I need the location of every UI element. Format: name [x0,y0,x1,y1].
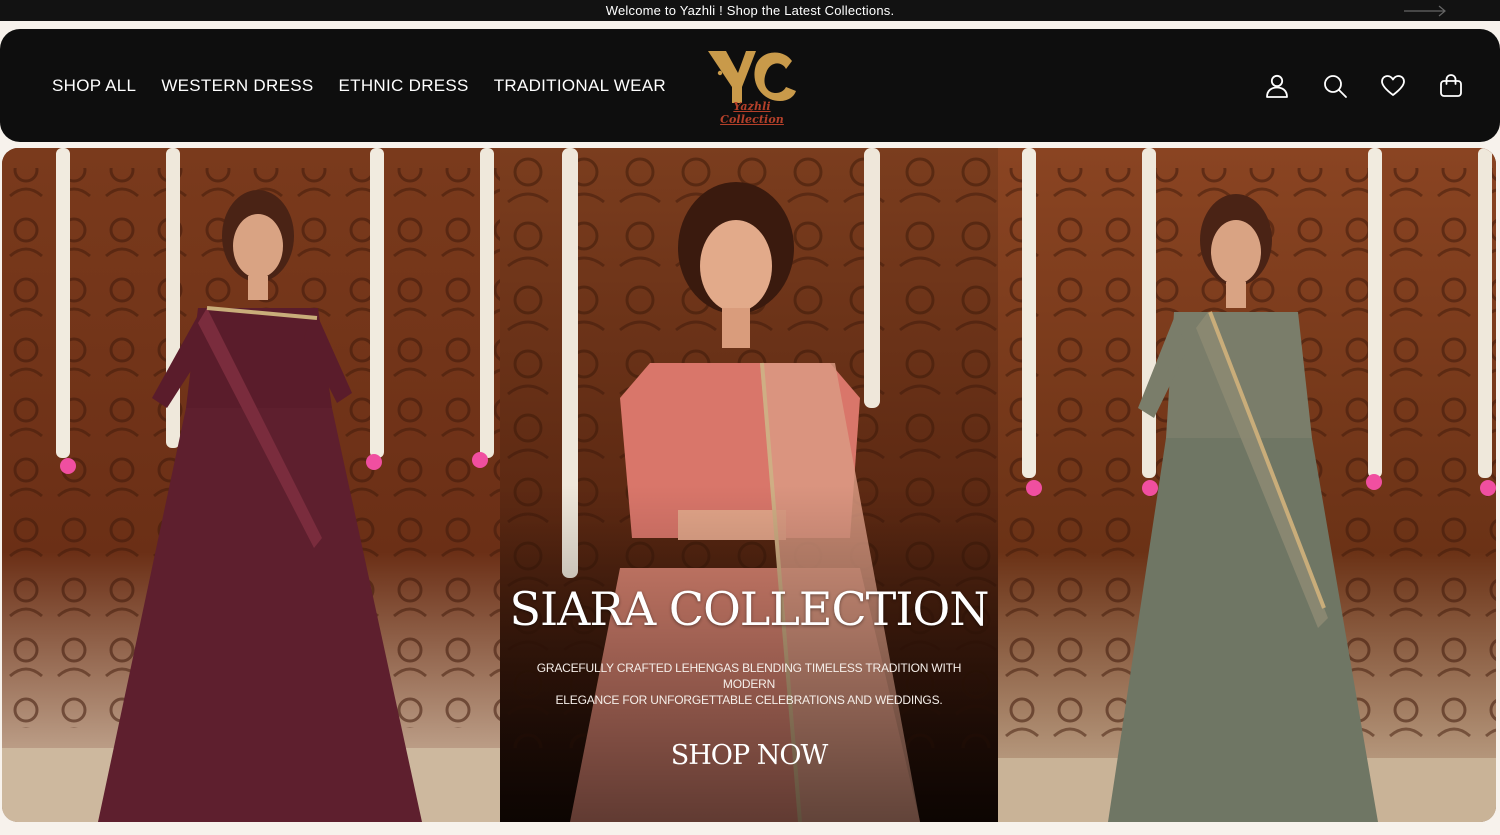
hero-banner[interactable]: SIARA COLLECTION GRACEFULLY CRAFTED LEHE… [2,148,1496,822]
nav-western-dress[interactable]: WESTERN DRESS [161,76,313,96]
hero-image-right [998,148,1496,822]
nav-shop-all[interactable]: SHOP ALL [52,76,136,96]
hero-image-left [2,148,500,822]
wishlist-heart-icon[interactable] [1380,73,1406,99]
brand-logo[interactable]: Yazhli Collection [700,43,804,127]
header-icons [1264,29,1464,142]
cart-bag-icon[interactable] [1438,73,1464,99]
hero-subtitle-line-2: ELEGANCE FOR UNFORGETTABLE CELEBRATIONS … [555,693,943,707]
announcement-bar: Welcome to Yazhli ! Shop the Latest Coll… [0,0,1500,21]
arrow-right-icon[interactable] [1404,4,1448,18]
hero-subtitle: GRACEFULLY CRAFTED LEHENGAS BLENDING TIM… [512,660,986,708]
nav-traditional-wear[interactable]: TRADITIONAL WEAR [494,76,666,96]
announcement-text: Welcome to Yazhli ! Shop the Latest Coll… [605,3,895,18]
search-icon[interactable] [1322,73,1348,99]
account-icon[interactable] [1264,73,1290,99]
nav-ethnic-dress[interactable]: ETHNIC DRESS [339,76,469,96]
hero-image-center [500,148,998,822]
hero-title: SIARA COLLECTION [509,582,990,636]
shop-now-button[interactable]: SHOP NOW [500,740,998,771]
main-nav: SHOP ALL WESTERN DRESS ETHNIC DRESS TRAD… [52,29,666,142]
hero-subtitle-line-1: GRACEFULLY CRAFTED LEHENGAS BLENDING TIM… [536,661,962,691]
site-header: SHOP ALL WESTERN DRESS ETHNIC DRESS TRAD… [0,29,1500,142]
logo-wordmark: Yazhli Collection [720,100,784,126]
